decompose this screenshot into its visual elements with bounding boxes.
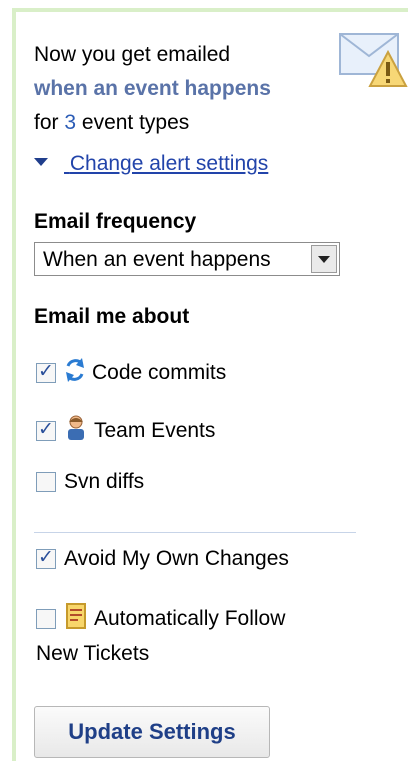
- email-frequency-value: When an event happens: [43, 248, 271, 271]
- auto-follow-checkbox[interactable]: [36, 609, 56, 629]
- summary-line1: Now you get emailed: [34, 43, 231, 66]
- change-alert-settings-link[interactable]: Change alert settings: [34, 152, 268, 176]
- code-commits-label: Code commits: [92, 361, 227, 384]
- option-auto-follow[interactable]: Automatically Follow New Tickets: [36, 602, 285, 666]
- summary-line3: for 3 event types: [34, 106, 344, 140]
- summary-frequency: when an event happens: [34, 77, 271, 100]
- code-commits-checkbox[interactable]: [36, 360, 56, 383]
- option-svn-diffs[interactable]: Svn diffs: [36, 470, 144, 494]
- update-settings-button[interactable]: Update Settings: [34, 706, 270, 758]
- email-warning-icon: [338, 26, 408, 88]
- team-events-label: Team Events: [94, 419, 216, 442]
- option-team-events[interactable]: Team Events: [36, 414, 215, 448]
- alert-summary: Now you get emailed when an event happen…: [34, 38, 344, 140]
- svn-diffs-label: Svn diffs: [64, 470, 145, 493]
- email-frequency-select[interactable]: When an event happens: [34, 242, 340, 276]
- option-code-commits[interactable]: Code commits: [36, 356, 226, 390]
- sync-icon: [64, 356, 86, 390]
- email-frequency-label: Email frequency: [34, 210, 197, 233]
- divider: [34, 532, 356, 533]
- summary-for: for: [34, 111, 59, 134]
- user-icon: [64, 414, 88, 448]
- email-me-about-label: Email me about: [34, 305, 190, 328]
- change-alert-settings-label: Change alert settings: [69, 152, 269, 175]
- event-type-count: 3: [64, 111, 77, 134]
- chevron-down-icon[interactable]: [311, 245, 337, 273]
- avoid-own-changes-label: Avoid My Own Changes: [64, 547, 289, 570]
- auto-follow-label-line2: New Tickets: [36, 642, 150, 665]
- caret-down-icon: [34, 158, 48, 167]
- svn-diffs-checkbox[interactable]: [36, 472, 56, 492]
- alert-settings-panel: Now you get emailed when an event happen…: [12, 8, 408, 761]
- summary-event-types: event types: [81, 111, 190, 134]
- team-events-checkbox[interactable]: [36, 418, 56, 441]
- auto-follow-label-line1: Automatically Follow: [94, 607, 286, 630]
- option-avoid-own-changes[interactable]: Avoid My Own Changes: [36, 546, 289, 571]
- ticket-icon: [64, 602, 88, 636]
- avoid-own-changes-checkbox[interactable]: [36, 546, 56, 569]
